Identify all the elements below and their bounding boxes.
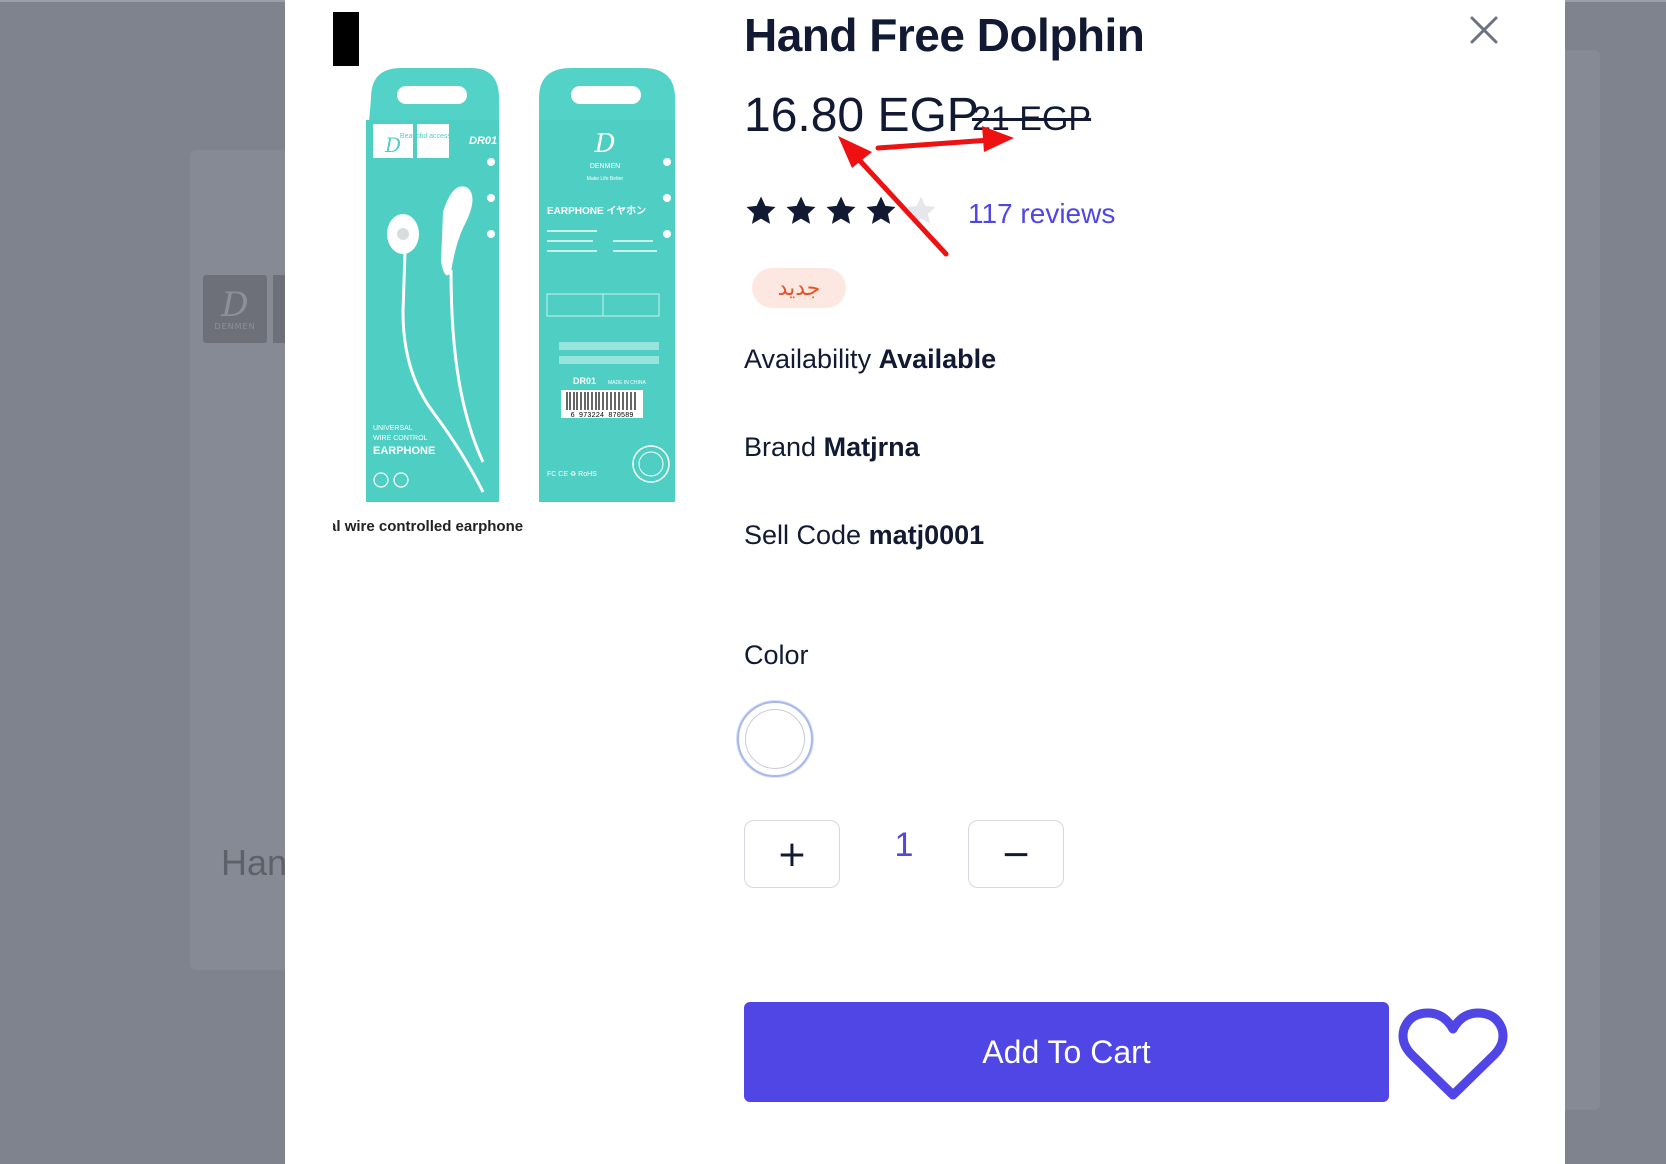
svg-text:MADE IN CHINA: MADE IN CHINA <box>608 380 646 386</box>
background-thumbnail: D DENMEN <box>203 275 267 343</box>
svg-text:EARPHONE: EARPHONE <box>373 445 435 457</box>
earphone-box-back: D DENMEN Make Life Better EARPHONE イヤホン … <box>539 68 675 502</box>
brand-row: Brand Matjrna <box>744 432 920 463</box>
background-product-title: Han <box>221 842 288 883</box>
product-title: Hand Free Dolphin <box>744 9 1145 61</box>
quantity-decrease-button[interactable]: − <box>968 820 1064 888</box>
image-caption: Universal wire controlled earphone <box>333 518 524 535</box>
product-image: D Beautiful accessories DR01 UNIVERSAL W… <box>333 12 693 542</box>
svg-text:FC CE ♻ RoHS: FC CE ♻ RoHS <box>547 471 597 478</box>
svg-text:Beautiful accessories: Beautiful accessories <box>400 133 467 140</box>
sell-code-value: matj0001 <box>868 520 985 550</box>
wishlist-button[interactable] <box>1398 1005 1508 1105</box>
heart-icon <box>1398 1008 1508 1100</box>
brand-label: Brand <box>744 432 817 462</box>
new-badge: جديد <box>752 268 846 308</box>
color-swatch-fill <box>745 709 805 769</box>
background-logo-letter: D <box>221 284 249 325</box>
color-label: Color <box>744 640 809 670</box>
availability-row: Availability Available <box>744 344 996 375</box>
rating-stars <box>744 194 938 236</box>
star-empty-icon <box>906 196 936 224</box>
close-button[interactable] <box>1464 10 1504 50</box>
add-to-cart-button[interactable]: Add To Cart <box>744 1002 1389 1102</box>
svg-text:D: D <box>384 133 401 157</box>
sell-code-label: Sell Code <box>744 520 862 550</box>
star-filled-icon <box>786 196 816 224</box>
svg-text:DENMEN: DENMEN <box>590 163 620 170</box>
brand-value: Matjrna <box>823 432 920 462</box>
earphone-box-front: D Beautiful accessories DR01 UNIVERSAL W… <box>366 68 499 502</box>
star-filled-icon <box>866 196 896 224</box>
close-icon <box>1470 16 1498 44</box>
current-price: 16.80 EGP <box>744 89 979 142</box>
color-swatch-white[interactable] <box>737 701 813 777</box>
svg-text:WIRE CONTROL: WIRE CONTROL <box>373 435 428 442</box>
svg-text:D: D <box>594 129 616 159</box>
star-filled-icon <box>746 196 776 224</box>
quantity-increase-button[interactable]: + <box>744 820 840 888</box>
star-filled-icon <box>826 196 856 224</box>
svg-text:DR01: DR01 <box>469 135 497 147</box>
sell-code-row: Sell Code matj0001 <box>744 520 984 551</box>
quantity-value: 1 <box>894 826 914 864</box>
old-price: 21 EGP <box>972 100 1092 138</box>
svg-text:DR01: DR01 <box>573 376 596 386</box>
svg-text:EARPHONE イヤホン: EARPHONE イヤホン <box>547 205 646 217</box>
svg-text:Make Life Better: Make Life Better <box>587 176 624 182</box>
availability-value: Available <box>878 344 997 374</box>
svg-text:UNIVERSAL: UNIVERSAL <box>373 425 413 432</box>
background-logo-text: DENMEN <box>214 321 256 331</box>
svg-text:6 973224 870589: 6 973224 870589 <box>570 412 633 420</box>
reviews-link[interactable]: 117 reviews <box>968 198 1115 230</box>
background-thumbnail-2 <box>273 275 285 343</box>
availability-label: Availability <box>744 344 872 374</box>
